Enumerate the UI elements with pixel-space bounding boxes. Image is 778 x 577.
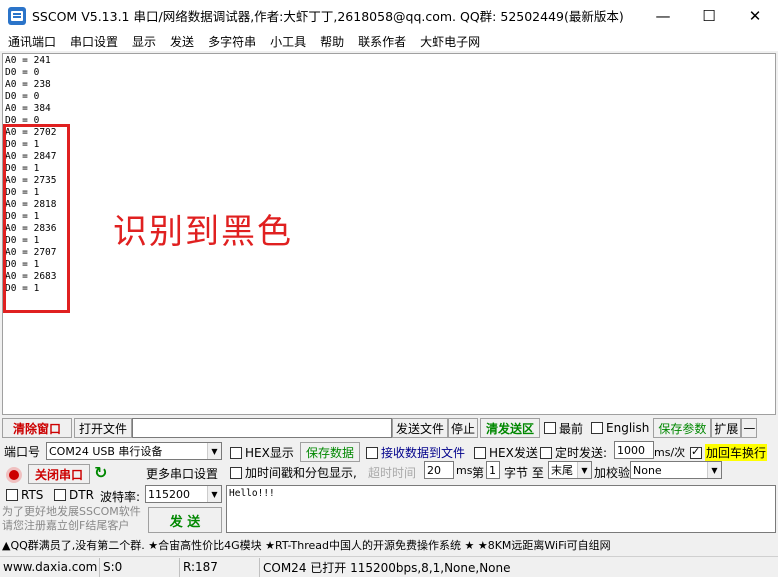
rts-check-icon	[6, 489, 18, 501]
topmost-check-icon	[544, 422, 556, 434]
more-settings-link[interactable]: 更多串口设置	[146, 465, 218, 482]
options-panel: HEX显示 保存数据 接收数据到文件 HEX发送 定时发送: 1000 ms/次…	[226, 441, 776, 535]
dtr-checkbox[interactable]: DTR	[54, 488, 94, 502]
clear-window-button[interactable]: 清除窗口	[2, 418, 72, 438]
add-crlf-checkbox[interactable]: 加回车换行	[690, 444, 768, 461]
interval-input[interactable]: 1000	[614, 441, 654, 459]
window-title: SSCOM V5.13.1 串口/网络数据调试器,作者:大虾丁丁,2618058…	[32, 9, 624, 24]
timed-send-checkbox[interactable]: 定时发送:	[540, 444, 607, 461]
hex-send-label: HEX发送	[489, 446, 538, 460]
receive-to-file-checkbox[interactable]: 接收数据到文件	[366, 444, 465, 461]
chevron-down-icon: ▼	[707, 462, 721, 478]
receive-to-file-label: 接收数据到文件	[381, 446, 466, 460]
receive-terminal[interactable]: A0 = 241 D0 = 0 A0 = 238 D0 = 0 A0 = 384…	[2, 53, 776, 415]
port-value: COM24 USB 串行设备	[49, 445, 163, 458]
dtr-check-icon	[54, 489, 66, 501]
status-received: R:187	[180, 557, 260, 577]
hex-display-check-icon	[230, 446, 242, 459]
minimize-button[interactable]: —	[640, 0, 686, 31]
expand-button[interactable]: 扩展	[711, 418, 742, 438]
menu-multi-string[interactable]: 多字符串	[208, 33, 256, 50]
timestamp-check-icon	[230, 466, 242, 479]
send-textarea[interactable]: Hello!!!	[226, 485, 776, 533]
port-select[interactable]: COM24 USB 串行设备 ▼	[46, 442, 222, 460]
close-button[interactable]: ✕	[732, 0, 778, 31]
promo-text: 为了更好地发展SSCOM软件 请您注册嘉立创F结尾客户	[2, 505, 141, 532]
english-check-icon	[591, 422, 604, 434]
menu-contact-author[interactable]: 联系作者	[358, 33, 406, 50]
checksum-select[interactable]: None ▼	[630, 461, 722, 479]
menu-serial-settings[interactable]: 串口设置	[70, 33, 118, 50]
refresh-icon[interactable]: ↻	[94, 463, 107, 482]
baud-label: 波特率:	[100, 490, 141, 504]
hex-send-checkbox[interactable]: HEX发送	[474, 444, 538, 461]
menu-display[interactable]: 显示	[132, 33, 156, 50]
port-panel: 端口号 COM24 USB 串行设备 ▼ 关闭串口 ↻ 更多串口设置 RTS D…	[2, 441, 224, 535]
frame-start-input[interactable]: 1	[486, 461, 500, 479]
add-crlf-check-icon	[690, 445, 702, 459]
chevron-down-icon: ▼	[207, 486, 221, 502]
annotation-text: 识别到黑色	[113, 212, 293, 252]
topmost-checkbox[interactable]: 最前	[544, 420, 583, 437]
status-site[interactable]: www.daxia.com	[0, 557, 100, 577]
ad-bar[interactable]: ▲QQ群满员了,没有第二个群. ★合宙高性价比4G模块 ★RT-Thread中国…	[2, 536, 778, 554]
timeout-unit: ms	[456, 464, 473, 477]
menu-help[interactable]: 帮助	[320, 33, 344, 50]
title-bar: SSCOM V5.13.1 串口/网络数据调试器,作者:大虾丁丁,2618058…	[0, 0, 778, 31]
chevron-down-icon: ▼	[207, 443, 221, 459]
english-checkbox[interactable]: English	[591, 421, 649, 435]
stop-button[interactable]: 停止	[448, 418, 478, 438]
menu-daxia-site[interactable]: 大虾电子网	[420, 33, 480, 50]
port-status-icon	[6, 467, 22, 483]
app-icon	[8, 6, 26, 25]
baud-value: 115200	[148, 487, 190, 501]
menu-bar: 通讯端口 串口设置 显示 发送 多字符串 小工具 帮助 联系作者 大虾电子网	[0, 31, 778, 51]
timed-send-label: 定时发送:	[555, 446, 608, 460]
timed-send-check-icon	[540, 446, 552, 459]
receive-to-file-check-icon	[366, 446, 378, 459]
maximize-button[interactable]: ☐	[686, 0, 732, 31]
rts-label: RTS	[21, 488, 44, 502]
rts-checkbox[interactable]: RTS	[6, 488, 43, 502]
topmost-label: 最前	[559, 421, 584, 436]
save-data-button[interactable]: 保存数据	[300, 442, 360, 462]
checksum-value: None	[633, 463, 662, 477]
dtr-label: DTR	[69, 488, 94, 502]
status-port: COM24 已打开 115200bps,8,1,None,None	[263, 560, 511, 575]
send-text: Hello!!!	[229, 488, 275, 499]
interval-unit: ms/次	[654, 446, 686, 459]
hex-display-label: HEX显示	[245, 446, 294, 460]
close-port-button[interactable]: 关闭串口	[28, 464, 90, 484]
chevron-down-icon: ▼	[577, 462, 591, 478]
end-select[interactable]: 末尾 ▼	[548, 461, 592, 479]
menu-comm-port[interactable]: 通讯端口	[8, 33, 56, 50]
timeout-label: 超时时间	[368, 466, 417, 480]
hex-send-check-icon	[474, 446, 486, 459]
menu-send[interactable]: 发送	[170, 33, 194, 50]
open-file-button[interactable]: 打开文件	[74, 418, 132, 438]
clear-send-button[interactable]: 清发送区	[480, 418, 540, 438]
frame-prefix: 第	[472, 466, 485, 480]
status-sent: S:0	[100, 557, 180, 577]
checksum-label: 加校验	[594, 466, 631, 480]
byte-to-label: 字节 至	[504, 466, 544, 480]
send-button[interactable]: 发 送	[148, 507, 222, 533]
action-toolbar: 清除窗口 打开文件 发送文件 停止 清发送区 最前 English 保存参数 扩…	[2, 417, 778, 439]
status-bar: www.daxia.com S:0 R:187 COM24 已打开 115200…	[0, 556, 778, 577]
timestamp-checkbox[interactable]: 加时间戳和分包显示,	[230, 464, 357, 481]
timeout-input[interactable]: 20	[424, 461, 454, 479]
file-path-input[interactable]	[132, 418, 392, 438]
baud-select[interactable]: 115200 ▼	[145, 485, 222, 503]
menu-tools[interactable]: 小工具	[270, 33, 306, 50]
collapse-button[interactable]: —	[741, 418, 758, 438]
highlight-box	[3, 124, 70, 313]
timestamp-label: 加时间戳和分包显示,	[245, 466, 357, 480]
end-value: 末尾	[551, 464, 573, 477]
send-file-button[interactable]: 发送文件	[392, 418, 448, 438]
english-label: English	[606, 421, 650, 435]
add-crlf-label: 加回车换行	[705, 444, 768, 461]
port-label: 端口号	[4, 445, 41, 459]
hex-display-checkbox[interactable]: HEX显示	[230, 444, 294, 461]
save-params-button[interactable]: 保存参数	[653, 418, 712, 438]
